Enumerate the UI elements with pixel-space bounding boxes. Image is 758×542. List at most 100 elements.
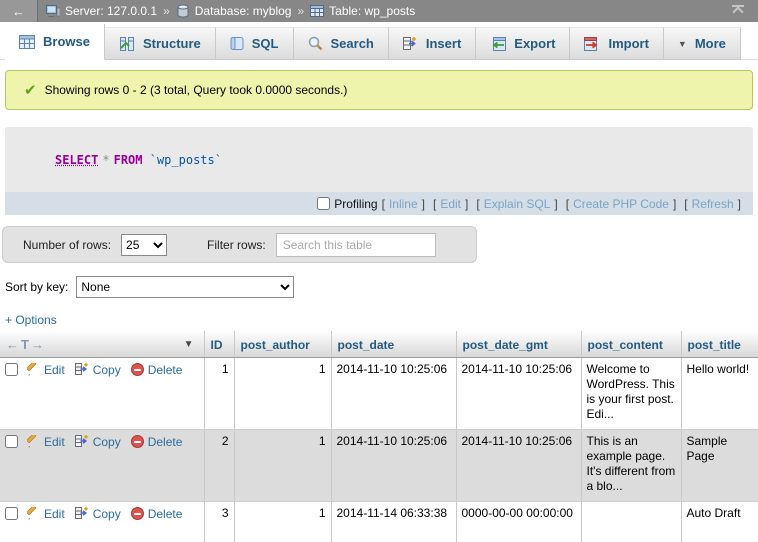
delete-icon[interactable] xyxy=(131,507,144,520)
create-php-code-link[interactable]: Create PHP Code xyxy=(573,197,669,211)
filter-rows-input[interactable] xyxy=(276,233,436,257)
inline-link[interactable]: Inline xyxy=(389,197,418,211)
sql-query-box: SELECT*FROM `wp_posts` Profiling [Inline… xyxy=(5,127,753,215)
edit-row-link[interactable]: Edit xyxy=(44,435,65,449)
tab-more[interactable]: ▼ More xyxy=(664,27,741,60)
actions-header: ←T→ ▼ xyxy=(0,331,204,358)
column-header-post-author[interactable]: post_author xyxy=(234,331,331,358)
chevron-down-icon: ▼ xyxy=(678,39,687,49)
row-checkbox[interactable] xyxy=(5,363,18,376)
copy-icon[interactable] xyxy=(75,434,89,452)
explain-sql-link[interactable]: Explain SQL xyxy=(484,197,551,211)
number-of-rows-select[interactable]: 25 xyxy=(121,234,167,256)
tab-structure[interactable]: Structure xyxy=(105,27,216,60)
column-header-post-date-gmt[interactable]: post_date_gmt xyxy=(456,331,581,358)
delete-icon[interactable] xyxy=(131,435,144,448)
bracket: [ xyxy=(566,197,569,211)
column-header-post-content[interactable]: post_content xyxy=(581,331,681,358)
cell-post-date: 2014-11-10 10:25:06 xyxy=(331,430,456,502)
success-message: ✔ Showing rows 0 - 2 (3 total, Query too… xyxy=(5,70,753,110)
refresh-link[interactable]: Refresh xyxy=(692,197,734,211)
export-icon xyxy=(490,37,506,51)
column-header-post-title[interactable]: post_title xyxy=(681,331,758,358)
tab-search-label: Search xyxy=(331,36,374,51)
cell-id: 2 xyxy=(204,430,234,502)
sql-table-identifier: `wp_posts` xyxy=(150,153,222,167)
options-toggle-link[interactable]: + Options xyxy=(5,313,57,327)
cell-post-date-gmt: 2014-11-10 10:25:06 xyxy=(456,430,581,502)
top-navigation-bar: ← Server: 127.0.0.1 » Database: myblog »… xyxy=(0,0,758,22)
collapse-navigation-icon[interactable] xyxy=(730,3,746,19)
delete-icon[interactable] xyxy=(131,363,144,376)
browse-icon xyxy=(19,35,35,49)
sort-by-key-select[interactable]: None xyxy=(76,276,294,298)
tab-export[interactable]: Export xyxy=(476,27,570,60)
cell-id: 3 xyxy=(204,502,234,542)
cell-id: 1 xyxy=(204,358,234,430)
edit-row-link[interactable]: Edit xyxy=(44,363,65,377)
tab-browse[interactable]: Browse xyxy=(5,24,105,60)
database-icon xyxy=(176,4,190,18)
with-selected-arrow-icon[interactable]: ▼ xyxy=(184,339,194,350)
sql-keyword-select[interactable]: SELECT xyxy=(55,153,98,167)
breadcrumb-separator: » xyxy=(297,4,304,18)
copy-icon[interactable] xyxy=(75,362,89,380)
bracket: ] xyxy=(673,197,676,211)
column-header-id[interactable]: ID xyxy=(204,331,234,358)
cell-post-title: Hello world! xyxy=(681,358,758,430)
tab-search[interactable]: Search xyxy=(294,27,389,60)
profiling-checkbox[interactable] xyxy=(317,197,330,210)
edit-pencil-icon[interactable] xyxy=(27,363,40,380)
row-checkbox[interactable] xyxy=(5,507,18,520)
sort-by-key-label: Sort by key: xyxy=(5,280,68,294)
import-icon xyxy=(584,37,600,51)
cell-post-date: 2014-11-14 06:33:38 xyxy=(331,502,456,542)
breadcrumb-server[interactable]: Server: 127.0.0.1 xyxy=(65,4,157,18)
back-button[interactable]: ← xyxy=(0,0,38,22)
cell-post-author: 1 xyxy=(234,430,331,502)
bracket: [ xyxy=(433,197,436,211)
cell-post-author: 1 xyxy=(234,502,331,542)
query-toolbar: Profiling [Inline] [Edit] [Explain SQL] … xyxy=(5,192,753,215)
row-actions-cell: Edit Copy Delete xyxy=(0,358,204,430)
copy-row-link[interactable]: Copy xyxy=(93,507,121,521)
edit-row-link[interactable]: Edit xyxy=(44,507,65,521)
breadcrumb-database[interactable]: Database: myblog xyxy=(195,4,292,18)
row-checkbox[interactable] xyxy=(5,435,18,448)
column-order-toggle-icon[interactable]: ←T→ xyxy=(6,337,46,352)
bracket: ] xyxy=(465,197,468,211)
sql-keyword-from: FROM xyxy=(114,153,143,167)
breadcrumb-table[interactable]: Table: wp_posts xyxy=(329,4,415,18)
filter-rows-label: Filter rows: xyxy=(207,238,266,252)
tab-sql[interactable]: SQL xyxy=(216,27,294,60)
copy-row-link[interactable]: Copy xyxy=(93,363,121,377)
cell-post-content: Welcome to WordPress. This is your first… xyxy=(581,358,681,430)
delete-row-link[interactable]: Delete xyxy=(148,363,183,377)
cell-post-date-gmt: 0000-00-00 00:00:00 xyxy=(456,502,581,542)
delete-row-link[interactable]: Delete xyxy=(148,435,183,449)
tab-structure-label: Structure xyxy=(143,36,201,51)
edit-pencil-icon[interactable] xyxy=(27,507,40,524)
bracket: ] xyxy=(422,197,425,211)
sort-row: Sort by key: None xyxy=(5,275,758,299)
column-header-post-date[interactable]: post_date xyxy=(331,331,456,358)
copy-row-link[interactable]: Copy xyxy=(93,435,121,449)
sql-icon xyxy=(230,36,244,51)
chevron-up-icon xyxy=(732,6,743,17)
table-icon xyxy=(310,4,324,18)
tab-browse-label: Browse xyxy=(43,34,90,49)
row-actions-cell: Edit Copy Delete xyxy=(0,430,204,502)
delete-row-link[interactable]: Delete xyxy=(148,507,183,521)
table-row: Edit Copy Delete 2 1 2014-11-10 10:25:06 2… xyxy=(0,430,758,502)
tab-insert[interactable]: Insert xyxy=(389,27,476,60)
tab-import[interactable]: Import xyxy=(570,27,663,60)
server-icon xyxy=(46,4,60,18)
edit-pencil-icon[interactable] xyxy=(27,435,40,452)
bracket: [ xyxy=(684,197,687,211)
copy-icon[interactable] xyxy=(75,506,89,524)
edit-query-link[interactable]: Edit xyxy=(440,197,461,211)
cell-post-content: This is an example page. It's different … xyxy=(581,430,681,502)
table-row: Edit Copy Delete 3 1 2014-11-14 06:33:38 0… xyxy=(0,502,758,542)
back-arrow-icon: ← xyxy=(12,4,25,19)
tab-sql-label: SQL xyxy=(252,36,279,51)
